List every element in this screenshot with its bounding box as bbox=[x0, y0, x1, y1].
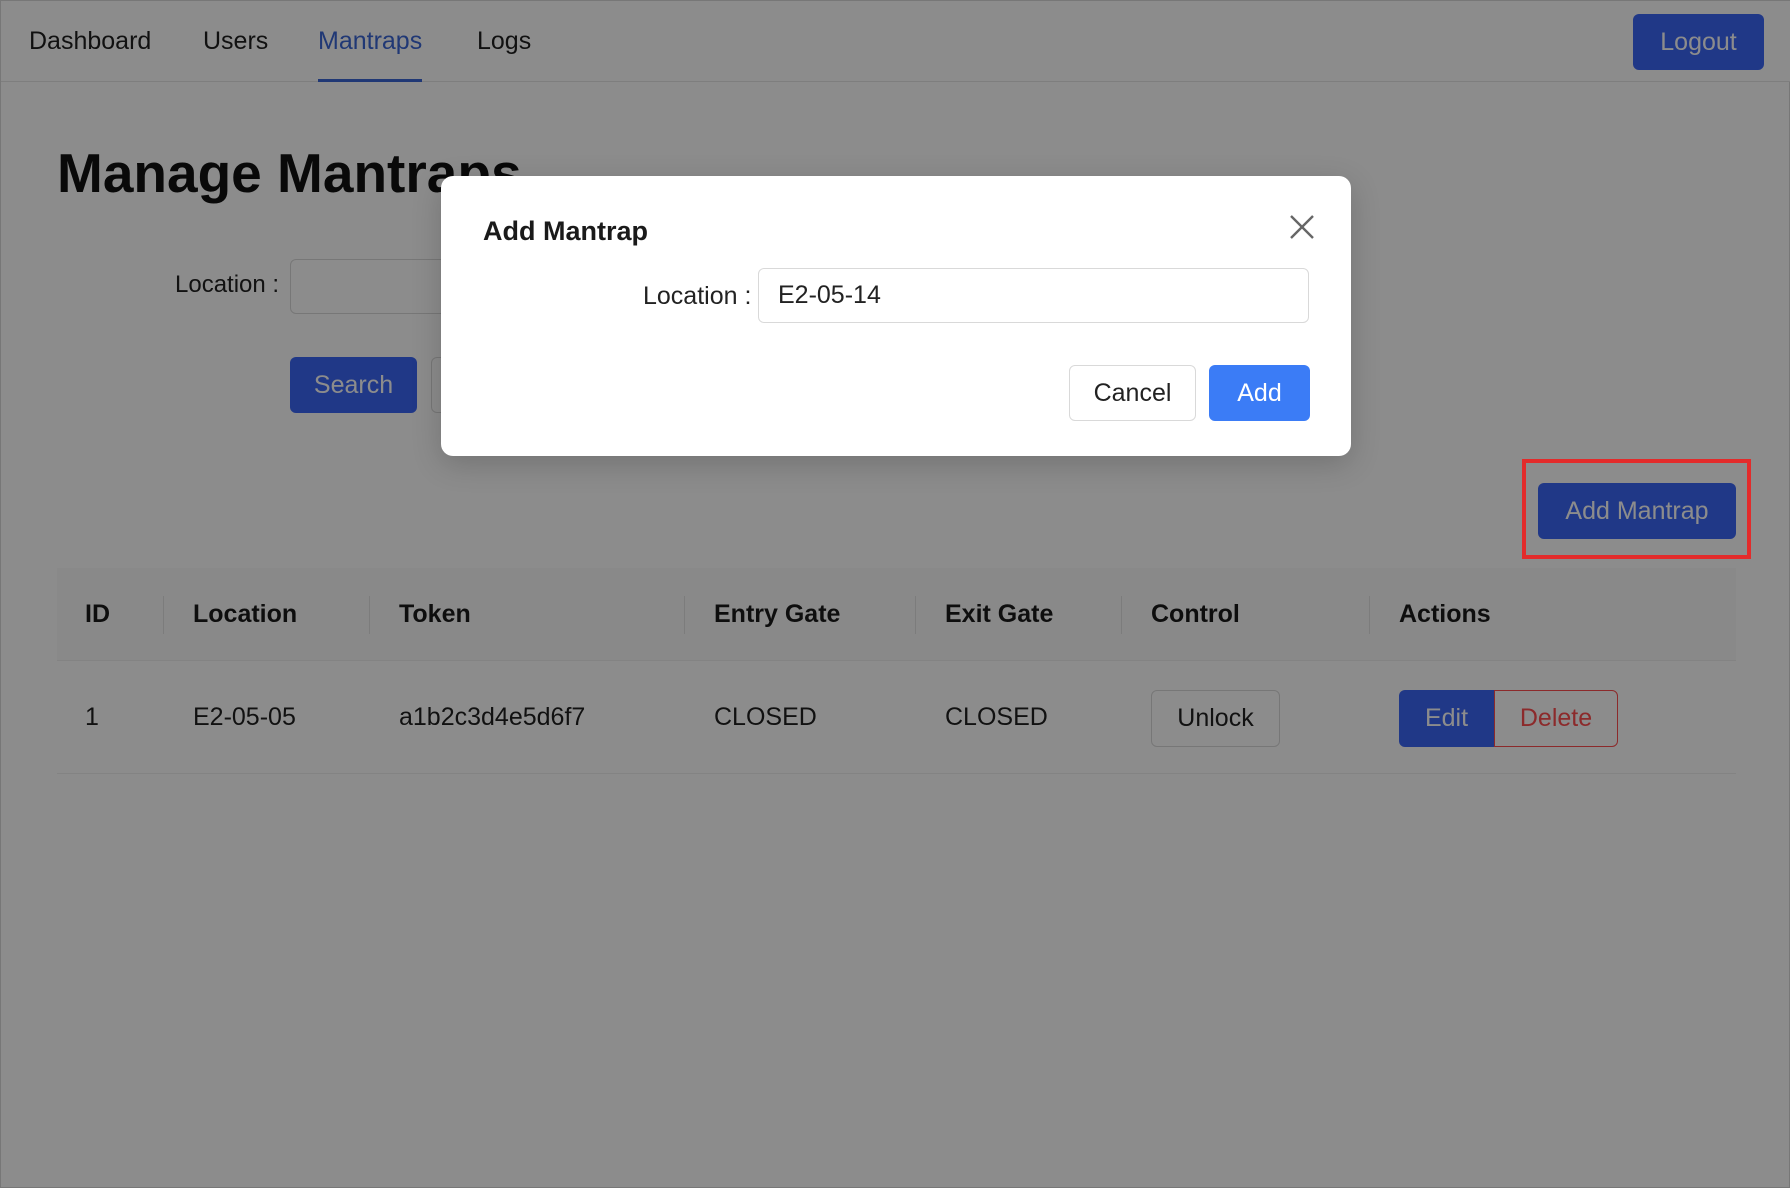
add-mantrap-modal: Add Mantrap Location : Cancel Add bbox=[441, 176, 1351, 456]
close-icon[interactable] bbox=[1285, 210, 1319, 244]
modal-add-button[interactable]: Add bbox=[1209, 365, 1310, 421]
modal-location-label: Location : bbox=[643, 282, 752, 310]
modal-location-input[interactable] bbox=[758, 268, 1309, 323]
highlight-annotation-box bbox=[1522, 459, 1751, 559]
modal-title: Add Mantrap bbox=[483, 216, 648, 246]
modal-cancel-button[interactable]: Cancel bbox=[1069, 365, 1196, 421]
